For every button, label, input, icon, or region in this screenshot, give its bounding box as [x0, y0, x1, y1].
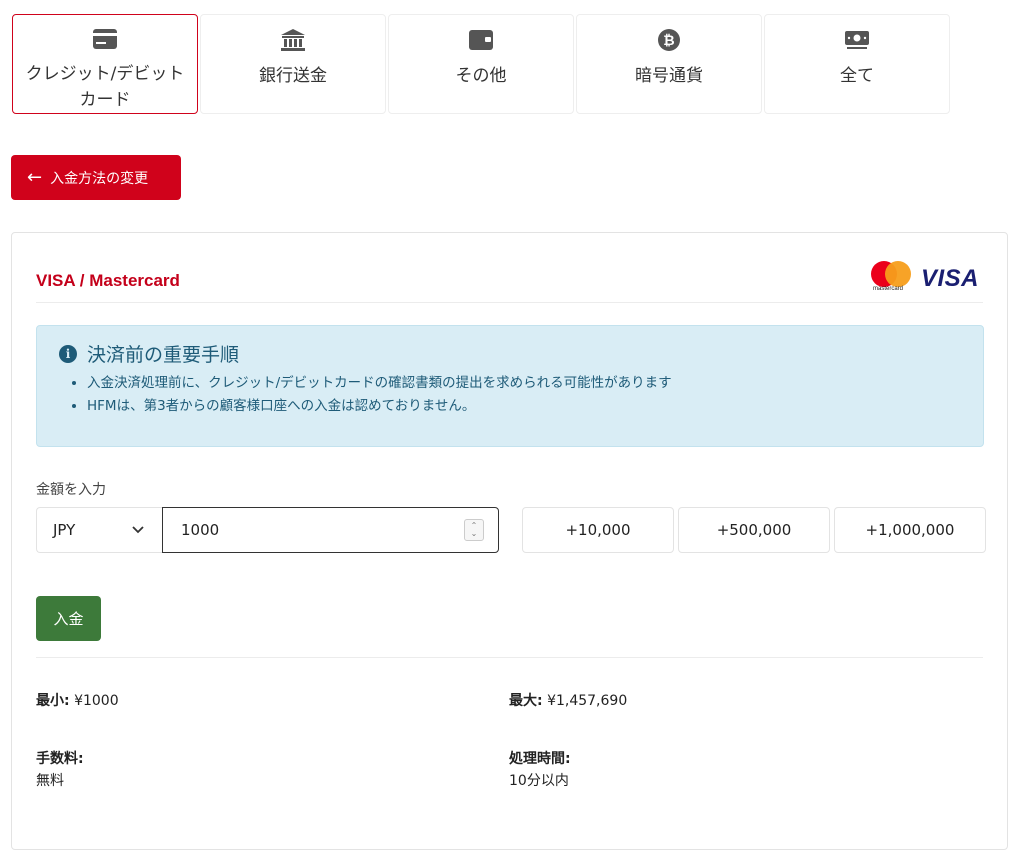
number-stepper[interactable]: ⌃ ⌄ — [464, 519, 484, 541]
amount-input[interactable] — [179, 520, 443, 540]
payment-card-panel: VISA / Mastercard mastercard VISA i 決済前の… — [11, 232, 1008, 850]
tab-label: クレジット/デビットカード — [25, 64, 185, 110]
info-icon: i — [59, 344, 77, 363]
min-amount: 最小: ¥1000 — [36, 693, 119, 709]
amount-label: 金額を入力 — [36, 482, 106, 498]
max-amount: 最大: ¥1,457,690 — [509, 693, 628, 709]
tab-label: その他 — [455, 66, 507, 86]
preset-10000-button[interactable]: +10,000 — [522, 507, 674, 553]
notice-item: HFMは、第3者からの顧客様口座への入金は認めておりません。 — [87, 395, 672, 418]
notice-list: 入金決済処理前に、クレジット/デビットカードの確認書類の提出を求められる可能性が… — [67, 372, 672, 418]
amount-input-group: JPY ⌃⌄ — [36, 507, 499, 553]
tab-crypto[interactable]: ₿ 暗号通貨 — [576, 14, 762, 114]
bitcoin-icon: ₿ — [655, 27, 683, 53]
panel-title: VISA / Mastercard — [36, 271, 180, 290]
payment-method-tabs: クレジット/デビットカード 銀行送金 その他 ₿ 暗号通貨 全て — [12, 14, 950, 114]
visa-logo: VISA — [920, 265, 979, 292]
preset-500000-button[interactable]: +500,000 — [678, 507, 830, 553]
change-deposit-method-button[interactable]: ← 入金方法の変更 — [11, 155, 181, 200]
deposit-button[interactable]: 入金 — [36, 596, 101, 641]
divider — [36, 302, 983, 303]
tab-credit-debit-card[interactable]: クレジット/デビットカード — [12, 14, 198, 114]
notice-title: 決済前の重要手順 — [87, 344, 240, 366]
arrow-left-icon: ← — [27, 167, 43, 188]
money-icon — [843, 27, 871, 53]
notice-item: 入金決済処理前に、クレジット/デビットカードの確認書類の提出を求められる可能性が… — [87, 372, 672, 395]
important-notice: i 決済前の重要手順 入金決済処理前に、クレジット/デビットカードの確認書類の提… — [36, 325, 984, 447]
tab-label: 銀行送金 — [259, 66, 327, 86]
tab-other[interactable]: その他 — [388, 14, 574, 114]
back-button-label: 入金方法の変更 — [50, 170, 149, 187]
preset-1000000-button[interactable]: +1,000,000 — [834, 507, 986, 553]
tab-label: 全て — [840, 66, 874, 86]
credit-card-icon — [91, 27, 119, 51]
chevron-down-icon — [132, 523, 144, 537]
wallet-icon — [467, 27, 495, 53]
preset-amounts: +10,000 +500,000 +1,000,000 — [522, 507, 986, 553]
amount-field-wrapper: ⌃⌄ — [162, 507, 499, 553]
currency-value: JPY — [53, 521, 76, 539]
tab-bank-transfer[interactable]: 銀行送金 — [200, 14, 386, 114]
bank-icon — [279, 27, 307, 53]
tab-all[interactable]: 全て — [764, 14, 950, 114]
tab-label: 暗号通貨 — [635, 66, 703, 86]
mastercard-logo: mastercard — [870, 261, 913, 293]
divider — [36, 657, 983, 658]
svg-text:₿: ₿ — [663, 33, 674, 49]
currency-select[interactable]: JPY — [36, 507, 162, 553]
fee-info: 手数料: 無料 — [36, 751, 84, 789]
processing-time-info: 処理時間: 10分以内 — [509, 751, 571, 789]
card-brand-logos: mastercard VISA — [870, 261, 979, 293]
